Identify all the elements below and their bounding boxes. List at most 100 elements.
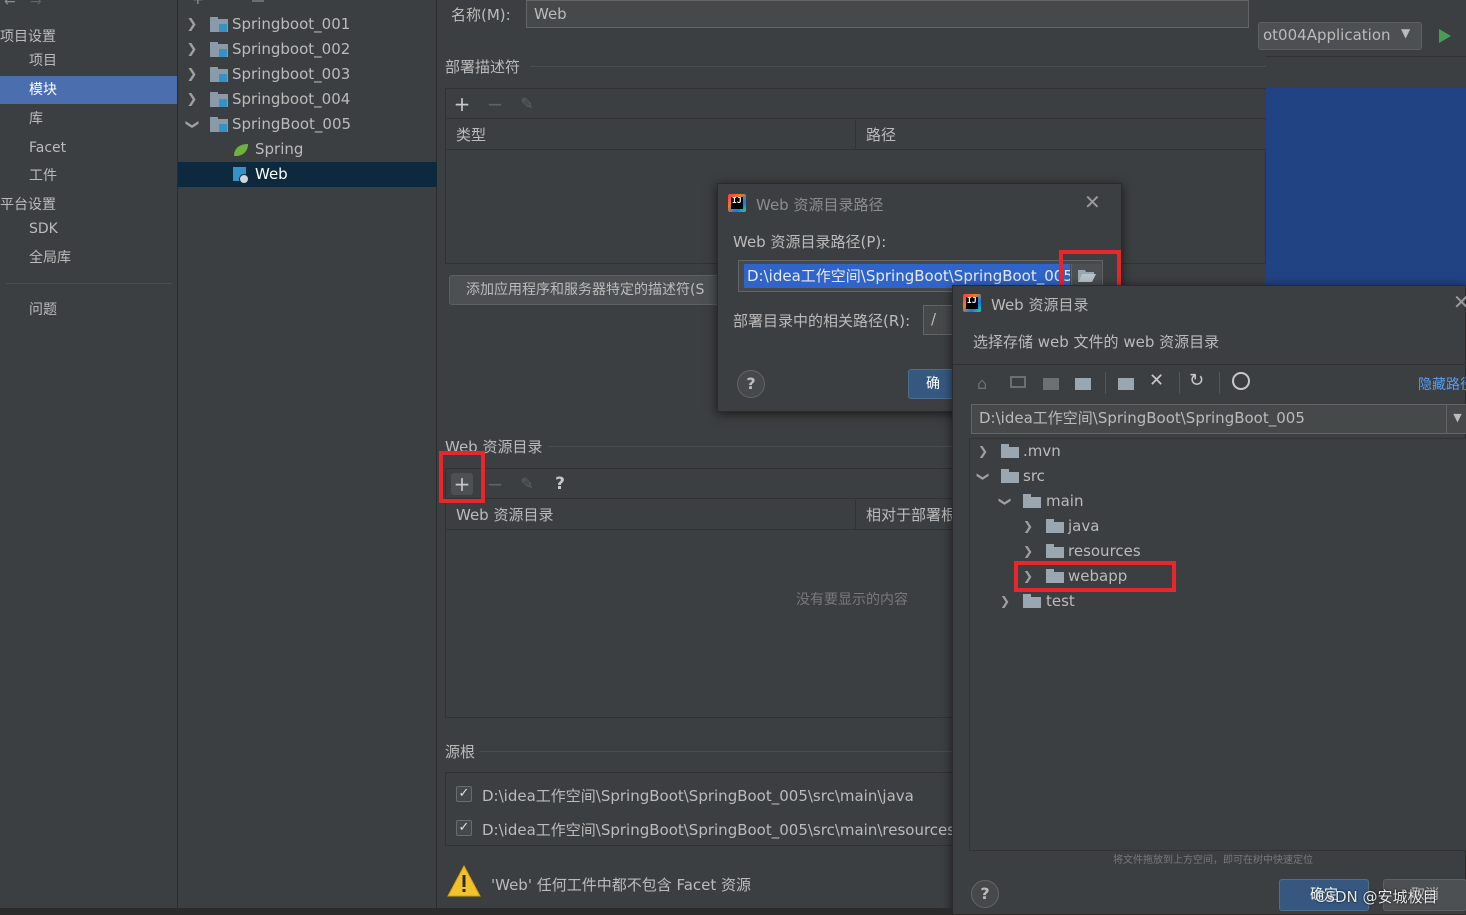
remove-descriptor-icon[interactable]: −	[484, 93, 506, 115]
highlight-webapp-node	[1014, 561, 1176, 592]
tree-item-web-facet[interactable]: Web	[178, 162, 437, 187]
folder-icon	[1046, 519, 1064, 533]
remove-web-resource-icon[interactable]: −	[484, 473, 506, 495]
show-hidden-icon[interactable]	[1232, 372, 1250, 390]
nav-item-libraries[interactable]: 库	[0, 105, 177, 133]
module-icon	[210, 117, 228, 132]
tree-add-icon[interactable]: +	[192, 0, 204, 8]
nav-item-modules[interactable]: 模块	[0, 76, 177, 104]
dir-node-java[interactable]: ❯ java	[970, 514, 1466, 539]
tree-item-springboot-002[interactable]: ❯ Springboot_002	[178, 37, 437, 62]
settings-nav: ← → 项目设置 项目 模块 库 Facet 工件 平台设置 SDK 全局库 问…	[0, 0, 178, 915]
web-resource-dir-chooser: IJ Web 资源目录 ✕ 选择存储 web 文件的 web 资源目录 ⌂ ✕ …	[952, 285, 1466, 915]
tree-item-springboot-004[interactable]: ❯ Springboot_004	[178, 87, 437, 112]
project-folder-icon[interactable]	[1043, 378, 1059, 390]
relative-path-label: 部署目录中的相关路径(R):	[733, 312, 911, 330]
nav-divider	[6, 283, 172, 284]
dir-path-combobox[interactable]: D:\idea工作空间\SpringBoot\SpringBoot_005 ▼	[971, 404, 1466, 434]
dropdown-arrow-icon[interactable]: ▼	[1446, 405, 1466, 433]
nav-item-artifacts[interactable]: 工件	[0, 162, 177, 190]
chevron-right-icon[interactable]: ❯	[185, 87, 199, 112]
dialog-title: Web 资源目录	[991, 296, 1089, 314]
csdn-watermark: CSDN @安城极目	[1315, 888, 1438, 906]
dir-node-src[interactable]: ❯ src	[970, 464, 1466, 489]
add-server-descriptor-button[interactable]: 添加应用程序和服务器特定的描述符(S	[449, 275, 729, 305]
chevron-right-icon[interactable]: ❯	[998, 589, 1012, 614]
home-icon[interactable]: ⌂	[977, 374, 987, 393]
tree-item-springboot-003[interactable]: ❯ Springboot_003	[178, 62, 437, 87]
run-play-icon[interactable]	[1438, 28, 1452, 44]
chevron-right-icon[interactable]: ❯	[185, 37, 199, 62]
folder-icon	[1001, 444, 1019, 458]
dir-node-main[interactable]: ❯ main	[970, 489, 1466, 514]
help-button[interactable]: ?	[971, 880, 999, 908]
tree-item-springboot-001[interactable]: ❯ Springboot_001	[178, 12, 437, 37]
status-bar	[0, 908, 952, 915]
edit-web-resource-icon[interactable]: ✎	[516, 473, 538, 495]
toolbar-divider	[1266, 56, 1466, 57]
edit-descriptor-icon[interactable]: ✎	[516, 93, 538, 115]
source-root-checkbox[interactable]: ✓	[456, 820, 472, 836]
section-divider	[530, 66, 1266, 67]
column-header-web-dir[interactable]: Web 资源目录	[446, 500, 856, 530]
tree-item-springboot-005[interactable]: ❯ SpringBoot_005	[178, 112, 437, 137]
dialog-title: Web 资源目录路径	[756, 196, 884, 214]
tree-copy-icon[interactable]	[252, 0, 264, 2]
nav-item-project[interactable]: 项目	[0, 47, 177, 75]
dir-node-test[interactable]: ❯ test	[970, 589, 1466, 614]
chevron-down-icon[interactable]: ❯	[180, 118, 205, 132]
dialog-divider	[953, 364, 1466, 365]
chevron-right-icon[interactable]: ❯	[185, 12, 199, 37]
chevron-right-icon[interactable]: ❯	[976, 439, 990, 464]
module-folder-icon[interactable]	[1075, 378, 1091, 390]
toolbar-separator	[1105, 372, 1106, 394]
column-header-type[interactable]: 类型	[446, 120, 856, 150]
delete-icon[interactable]: ✕	[1149, 370, 1164, 391]
path-label: Web 资源目录路径(P):	[733, 233, 887, 251]
directory-tree: ❯ .mvn ❯ src ❯ main ❯ java ❯ resources ❯…	[969, 438, 1466, 851]
source-root-path: D:\idea工作空间\SpringBoot\SpringBoot_005\sr…	[482, 787, 914, 805]
module-icon	[210, 42, 228, 57]
web-facet-icon	[233, 167, 249, 184]
desktop-icon[interactable]	[1010, 376, 1026, 388]
module-icon	[210, 67, 228, 82]
source-roots-title: 源根	[445, 743, 476, 761]
intellij-logo-icon: IJ	[963, 294, 981, 312]
intellij-logo-icon: IJ	[728, 194, 746, 212]
close-icon[interactable]: ✕	[1084, 190, 1101, 214]
spring-leaf-icon	[234, 144, 248, 156]
dropdown-arrow-icon: ▼	[1401, 26, 1411, 40]
add-descriptor-icon[interactable]: +	[451, 93, 473, 115]
dir-node-mvn[interactable]: ❯ .mvn	[970, 439, 1466, 464]
editor-selection-area	[1266, 88, 1466, 285]
nav-item-global-libraries[interactable]: 全局库	[0, 244, 177, 272]
run-config-select[interactable]: ot004Application ▼	[1258, 22, 1422, 50]
forward-arrow-icon[interactable]: →	[30, 0, 42, 10]
nav-item-sdk[interactable]: SDK	[0, 215, 177, 243]
source-root-path: D:\idea工作空间\SpringBoot\SpringBoot_005\sr…	[482, 821, 956, 839]
dialog-description: 选择存储 web 文件的 web 资源目录	[973, 333, 1220, 351]
folder-icon	[1001, 469, 1019, 483]
nav-item-problems[interactable]: 问题	[0, 296, 177, 324]
chevron-down-icon[interactable]: ❯	[971, 470, 996, 484]
close-icon[interactable]: ✕	[1453, 290, 1466, 314]
module-icon	[210, 92, 228, 107]
help-question-icon[interactable]: ?	[549, 473, 571, 495]
new-folder-icon[interactable]	[1118, 378, 1134, 390]
highlight-add-button	[439, 451, 485, 503]
chevron-down-icon[interactable]: ❯	[993, 495, 1018, 509]
source-root-checkbox[interactable]: ✓	[456, 786, 472, 802]
descriptor-toolbar: + − ✎	[446, 89, 1266, 119]
chevron-right-icon[interactable]: ❯	[1021, 514, 1035, 539]
name-input[interactable]: Web	[526, 0, 1249, 28]
refresh-icon[interactable]: ↻	[1189, 370, 1204, 391]
hide-path-link[interactable]: 隐藏路径	[1418, 374, 1466, 394]
toolbar-separator	[1179, 372, 1180, 394]
ok-button[interactable]: 确	[908, 369, 958, 399]
nav-item-facets[interactable]: Facet	[0, 134, 177, 162]
help-button[interactable]: ?	[737, 370, 765, 398]
back-arrow-icon[interactable]: ←	[4, 0, 16, 10]
column-header-path[interactable]: 路径	[856, 120, 1266, 150]
tree-item-spring-facet[interactable]: Spring	[178, 137, 437, 162]
chevron-right-icon[interactable]: ❯	[185, 62, 199, 87]
